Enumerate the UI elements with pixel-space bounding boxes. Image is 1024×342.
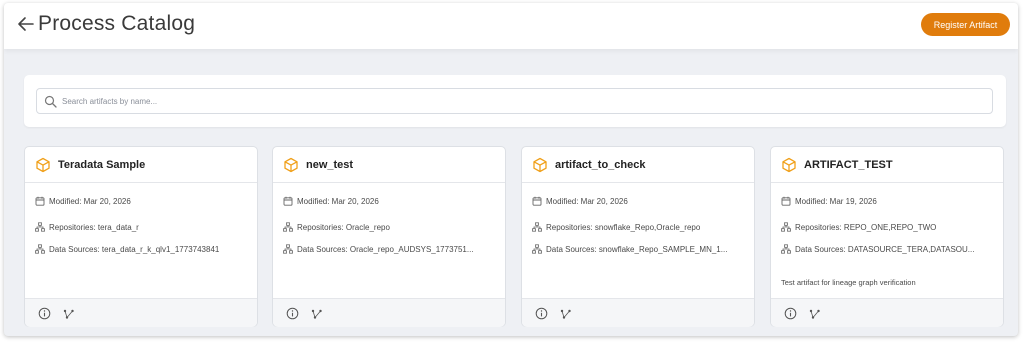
card-header: new_test <box>273 147 505 183</box>
calendar-icon <box>781 196 791 206</box>
data-sources-row: Data Sources: tera_data_r_k_qlv1_1773743… <box>35 243 249 255</box>
repositories-text: Repositories: REPO_ONE,REPO_TWO <box>795 222 937 232</box>
hierarchy-icon <box>283 244 293 254</box>
repositories-text: Repositories: snowflake_Repo,Oracle_repo <box>546 222 701 232</box>
info-icon[interactable] <box>286 307 299 320</box>
card-header: Teradata Sample <box>25 147 257 183</box>
modified-date: Modified: Mar 20, 2026 <box>297 196 379 206</box>
lineage-icon[interactable] <box>809 308 821 320</box>
modified-row: Modified: Mar 19, 2026 <box>781 195 995 207</box>
page-title: Process Catalog <box>38 12 196 35</box>
hierarchy-icon <box>35 222 45 232</box>
card-description: Test artifact for lineage graph verifica… <box>781 278 916 287</box>
repositories-text: Repositories: Oracle_repo <box>297 222 390 232</box>
card-title[interactable]: Teradata Sample <box>58 159 145 171</box>
search-box[interactable] <box>36 88 993 114</box>
info-icon[interactable] <box>784 307 797 320</box>
info-icon[interactable] <box>38 307 51 320</box>
calendar-icon <box>283 196 293 206</box>
modified-date: Modified: Mar 19, 2026 <box>795 196 877 206</box>
info-icon[interactable] <box>535 307 548 320</box>
card-footer <box>273 298 505 327</box>
repositories-row: Repositories: tera_data_r <box>35 221 249 233</box>
card-title[interactable]: ARTIFACT_TEST <box>804 159 893 171</box>
modified-row: Modified: Mar 20, 2026 <box>532 195 746 207</box>
cube-icon <box>782 157 796 173</box>
card-footer <box>522 298 754 327</box>
cube-icon <box>533 157 547 173</box>
repositories-row: Repositories: REPO_ONE,REPO_TWO <box>781 221 995 233</box>
repositories-row: Repositories: snowflake_Repo,Oracle_repo <box>532 221 746 233</box>
hierarchy-icon <box>283 222 293 232</box>
data-sources-row: Data Sources: snowflake_Repo_SAMPLE_MN_1… <box>532 243 746 255</box>
cube-icon <box>36 157 50 173</box>
artifact-card[interactable]: new_test Modified: Mar 20, 2026 Reposito… <box>272 146 506 327</box>
hierarchy-icon <box>781 244 791 254</box>
data-sources-text: Data Sources: DATASOURCE_TERA,DATASOU... <box>795 244 975 254</box>
modified-date: Modified: Mar 20, 2026 <box>546 196 628 206</box>
modified-row: Modified: Mar 20, 2026 <box>283 195 497 207</box>
card-header: artifact_to_check <box>522 147 754 183</box>
calendar-icon <box>532 196 542 206</box>
data-sources-row: Data Sources: Oracle_repo_AUDSYS_1773751… <box>283 243 497 255</box>
app-frame: Process Catalog Register Artifact Terada… <box>4 3 1018 336</box>
hierarchy-icon <box>35 244 45 254</box>
card-title[interactable]: new_test <box>306 159 353 171</box>
modified-row: Modified: Mar 20, 2026 <box>35 195 249 207</box>
register-artifact-button[interactable]: Register Artifact <box>921 13 1010 36</box>
hierarchy-icon <box>532 244 542 254</box>
calendar-icon <box>35 196 45 206</box>
hierarchy-icon <box>781 222 791 232</box>
lineage-icon[interactable] <box>560 308 572 320</box>
modified-date: Modified: Mar 20, 2026 <box>49 196 131 206</box>
lineage-icon[interactable] <box>63 308 75 320</box>
repositories-row: Repositories: Oracle_repo <box>283 221 497 233</box>
artifact-card[interactable]: artifact_to_check Modified: Mar 20, 2026… <box>521 146 755 327</box>
cube-icon <box>284 157 298 173</box>
top-bar: Process Catalog Register Artifact <box>4 3 1018 49</box>
card-footer <box>771 298 1003 327</box>
data-sources-text: Data Sources: snowflake_Repo_SAMPLE_MN_1… <box>546 244 728 254</box>
data-sources-text: Data Sources: tera_data_r_k_qlv1_1773743… <box>49 244 220 254</box>
artifact-card[interactable]: ARTIFACT_TEST Modified: Mar 19, 2026 Rep… <box>770 146 1004 327</box>
search-input[interactable] <box>62 92 982 110</box>
data-sources-text: Data Sources: Oracle_repo_AUDSYS_1773751… <box>297 244 474 254</box>
search-icon <box>44 95 57 108</box>
card-header: ARTIFACT_TEST <box>771 147 1003 183</box>
lineage-icon[interactable] <box>311 308 323 320</box>
search-panel <box>24 75 1006 127</box>
arrow-left-icon[interactable] <box>15 13 37 35</box>
card-footer <box>25 298 257 327</box>
repositories-text: Repositories: tera_data_r <box>49 222 139 232</box>
card-title[interactable]: artifact_to_check <box>555 159 646 171</box>
data-sources-row: Data Sources: DATASOURCE_TERA,DATASOU... <box>781 243 995 255</box>
artifact-card[interactable]: Teradata Sample Modified: Mar 20, 2026 R… <box>24 146 258 327</box>
hierarchy-icon <box>532 222 542 232</box>
